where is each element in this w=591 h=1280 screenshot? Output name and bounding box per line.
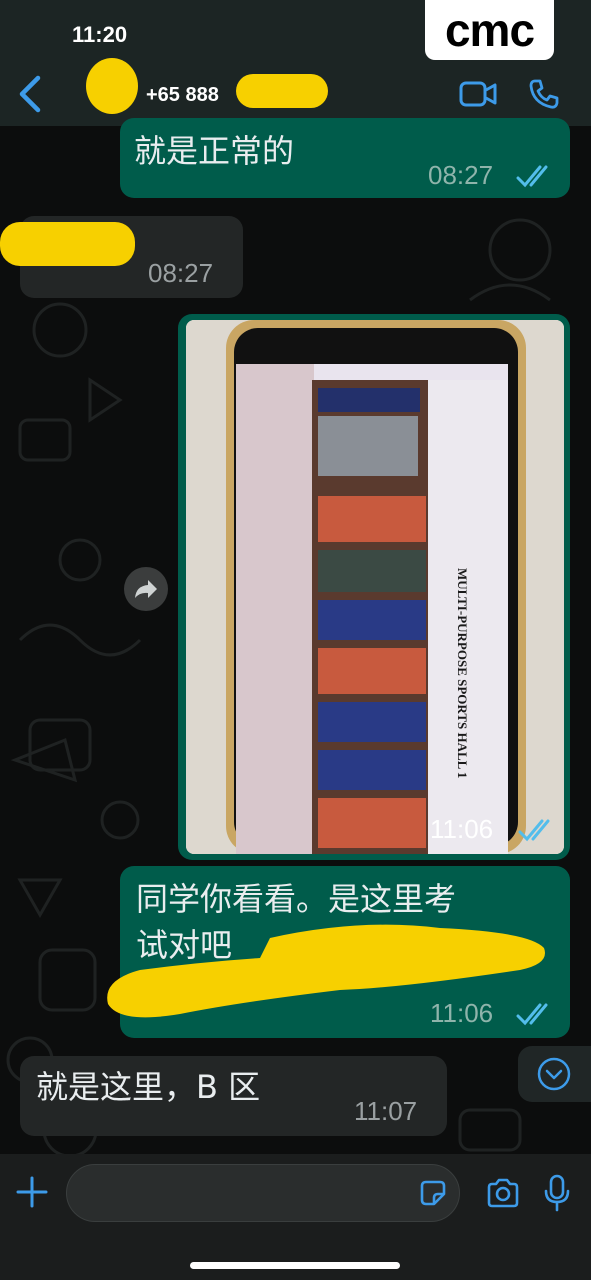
home-indicator [190,1262,400,1269]
back-icon [19,75,41,113]
avatar[interactable] [86,58,138,114]
message-time: 08:27 [428,160,494,190]
sticker-icon [420,1180,446,1206]
photo-sign-text: MULTI-PURPOSE SPORTS HALL 1 [455,568,470,778]
photo-content: MULTI-PURPOSE SPORTS HALL 1 [186,320,564,854]
message-input[interactable] [66,1164,460,1222]
camera-button[interactable] [486,1177,520,1209]
redaction-mark [0,222,135,266]
forward-button[interactable] [124,567,168,611]
voice-call-button[interactable] [528,78,560,110]
message-time: 08:27 [148,258,214,288]
video-call-button[interactable] [459,80,497,108]
message-time: 11:07 [354,1096,418,1126]
redaction-mark [107,924,545,1018]
read-receipt-icon [518,819,550,842]
watermark-logo: cmc [425,0,554,60]
attach-button[interactable] [14,1174,50,1210]
microphone-button[interactable] [543,1174,571,1212]
video-call-icon [459,81,497,107]
status-bar-time: 11:20 [72,22,128,47]
phone-icon [529,79,559,109]
message-text: 就是这里，B 区 [36,1068,261,1106]
camera-icon [487,1178,519,1208]
chevron-down-icon [537,1057,571,1091]
mic-icon [544,1174,570,1212]
forward-icon [135,580,157,598]
message-text: 就是正常的 [134,132,295,170]
image-message-time: 11:06 [430,814,494,844]
read-receipt-icon [516,165,548,188]
redaction-mark [236,74,328,108]
message-bubble-incoming[interactable]: 就是这里，B 区 11:07 [20,1056,447,1136]
message-text-line-1: 同学你看看。是这里考 [136,880,457,918]
message-bubble-outgoing[interactable]: 就是正常的 08:27 [120,118,570,198]
sticker-button[interactable] [418,1178,448,1208]
scroll-to-bottom-button[interactable] [518,1046,591,1102]
plus-icon [16,1176,48,1208]
contact-name[interactable]: +65 888 [146,84,219,107]
back-button[interactable] [14,74,48,114]
photo-attachment[interactable]: MULTI-PURPOSE SPORTS HALL 1 [186,320,564,854]
